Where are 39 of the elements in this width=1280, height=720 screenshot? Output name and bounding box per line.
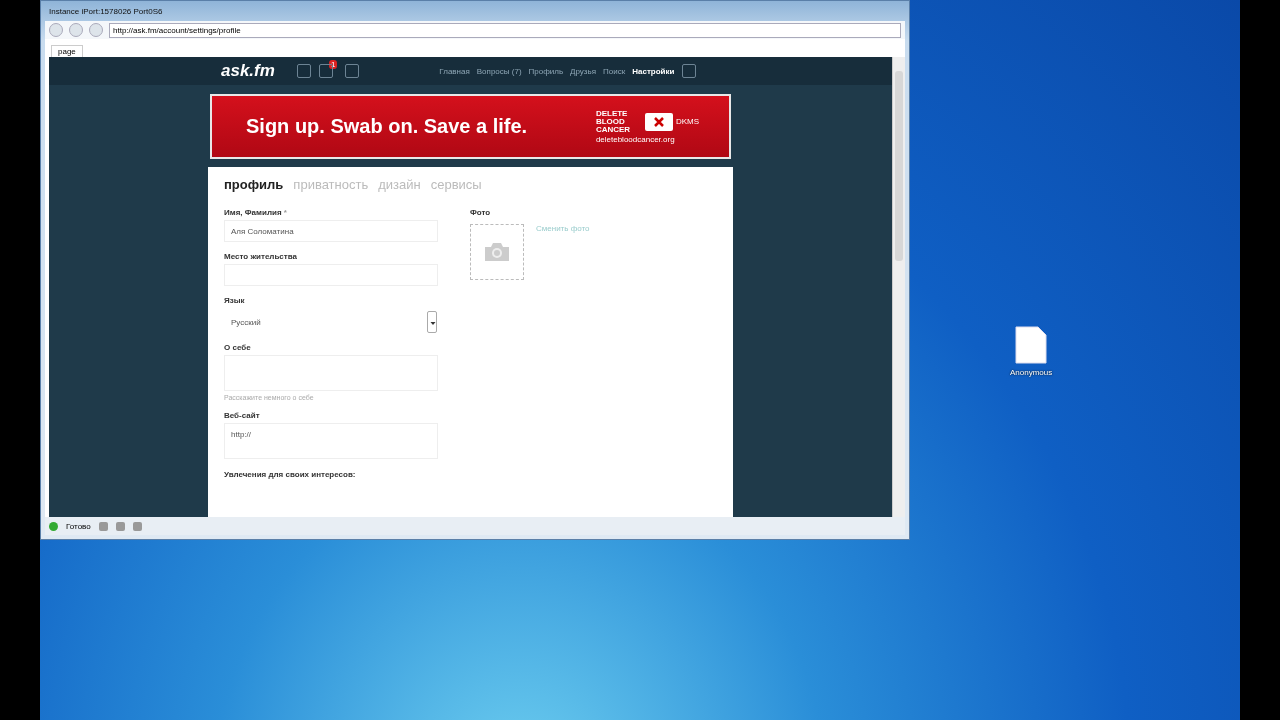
field-label: Увлечения для своих интересов:	[224, 470, 356, 479]
photo-placeholder[interactable]	[470, 224, 524, 280]
browser-tab[interactable]: page	[51, 45, 83, 57]
camera-icon	[483, 241, 511, 263]
status-ok-icon	[49, 521, 58, 531]
field-label: Место жительства	[224, 252, 297, 261]
file-icon[interactable]	[1015, 326, 1048, 364]
ad-banner[interactable]: Sign up. Swab on. Save a life. DELETE BLOOD CANCER DKMS deletebloodcancer.org	[210, 94, 731, 159]
nav-link[interactable]: Настройки	[632, 66, 675, 76]
text-field[interactable]: Аля Соломатина	[224, 220, 438, 242]
dropdown-caret-icon[interactable]	[427, 311, 437, 333]
settings-tab[interactable]: профиль	[224, 177, 284, 192]
window-title: Instance iPort:1578026 Port0S6	[48, 5, 164, 18]
nav-link[interactable]: Профиль	[528, 66, 564, 76]
photo-label: Фото	[470, 208, 492, 217]
field-label: Имя, Фамилия	[224, 208, 282, 217]
scrollbar[interactable]	[892, 57, 905, 517]
dropdown-value: Русский	[231, 317, 261, 327]
field-label: Язык	[224, 296, 245, 305]
required-mark: *	[283, 208, 287, 217]
home-icon[interactable]	[89, 23, 103, 37]
ad-partner: DKMS	[675, 117, 699, 126]
notification-badge: 1	[328, 60, 338, 69]
file-label[interactable]: Anonymous	[1010, 368, 1053, 377]
ad-url: deletebloodcancer.org	[595, 134, 676, 144]
nav-link[interactable]: Поиск	[603, 66, 626, 76]
address-bar[interactable]: http://ask.fm/account/settings/profile	[109, 22, 901, 38]
status-text: Готово	[66, 521, 91, 531]
textarea-field[interactable]: http://	[224, 423, 438, 459]
back-icon[interactable]	[49, 23, 63, 37]
forward-icon[interactable]	[69, 23, 83, 37]
ad-logo-icon	[644, 112, 673, 131]
site-logo[interactable]: ask.fm	[221, 61, 275, 81]
nav-link[interactable]: Вопросы (7)	[476, 66, 522, 76]
field-label: О себе	[224, 343, 251, 352]
ad-headline: Sign up. Swab on. Save a life.	[246, 115, 529, 138]
nav-link[interactable]: Друзья	[570, 66, 597, 76]
nav-link[interactable]: Главная	[439, 66, 470, 76]
field-label: Веб-сайт	[224, 411, 260, 420]
